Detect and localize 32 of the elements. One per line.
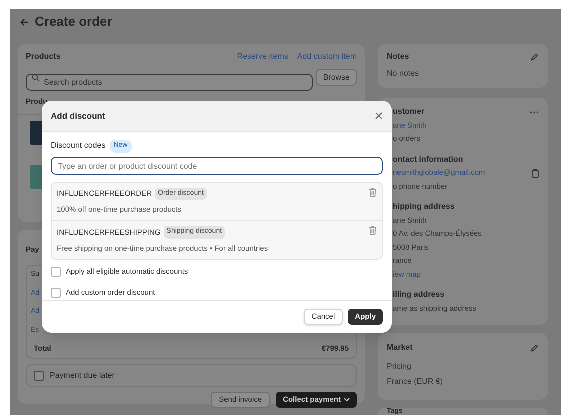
notes-text: No notes [387,68,420,80]
caret-icon [344,398,350,402]
page-title: Create order [35,13,112,32]
header-link[interactable]: Reserve items [237,51,288,63]
checkbox[interactable] [34,370,44,380]
copy-icon[interactable] [532,168,539,178]
market-text: France (EUR €) [387,376,444,388]
dialog-title: Add discount [51,110,106,122]
field-label: Discount codes [51,140,106,152]
search-field[interactable]: Search products [26,74,314,91]
checkbox[interactable] [51,266,61,277]
section-heading: illing address [393,289,445,301]
pencil-icon[interactable] [530,344,539,352]
market-text: Pricing [387,361,412,373]
discount-code-input[interactable]: Type an order or product discount code [51,157,383,175]
section-heading: ontact information [393,154,464,166]
checkbox-label: Payment due later [50,370,115,382]
back-arrow-icon[interactable] [20,18,29,26]
trash-icon[interactable] [369,226,377,236]
section-heading: ustomer [393,106,425,118]
search-icon [32,74,40,82]
header-link[interactable]: Add custom item [297,51,357,63]
more-icon[interactable] [530,110,539,114]
card-title: Products [26,51,61,63]
trash-icon[interactable] [369,188,377,196]
card-title: Notes [387,51,410,63]
pencil-icon[interactable] [530,52,539,62]
close-icon[interactable] [375,112,383,120]
browse-button[interactable]: Browse [316,69,357,86]
checkbox[interactable] [51,288,61,298]
card-title: Market [387,342,413,354]
section-heading: hipping address [393,201,455,213]
